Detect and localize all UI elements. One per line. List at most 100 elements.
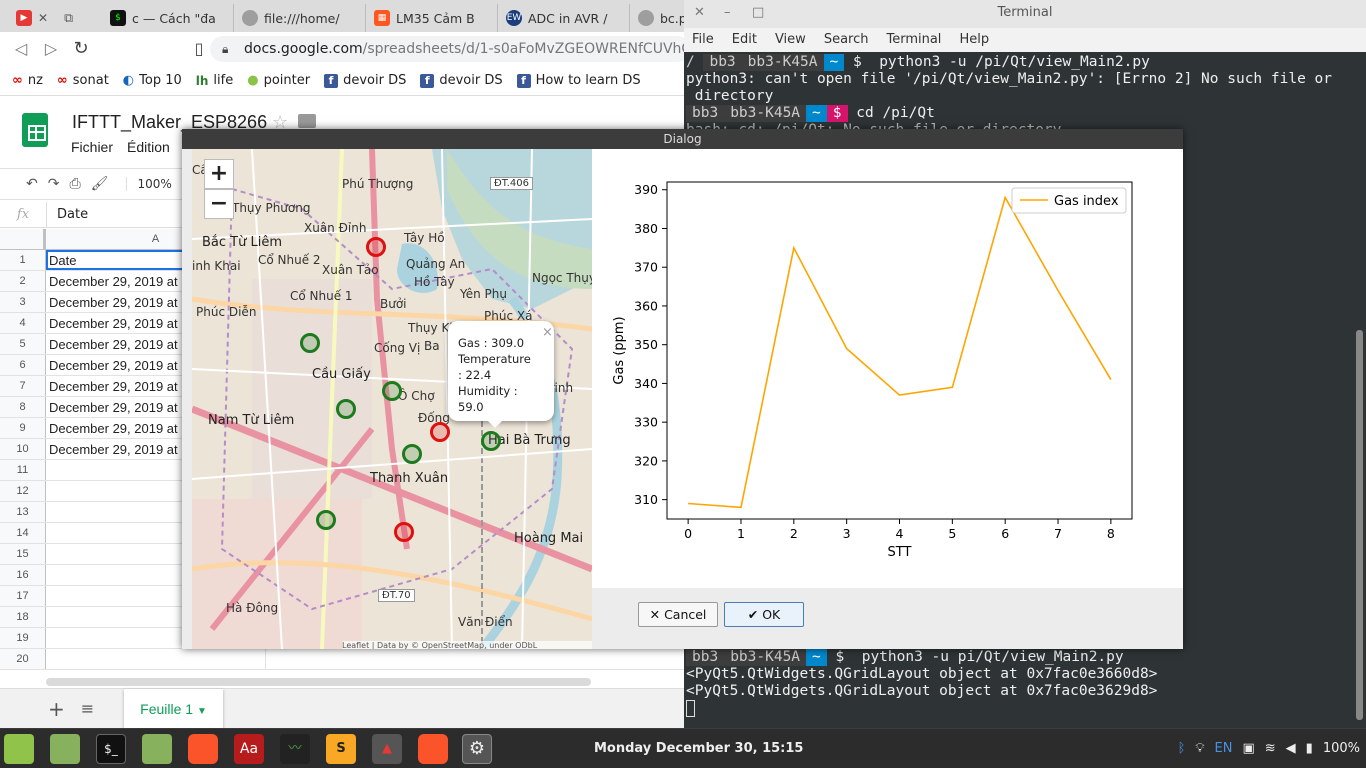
row-number[interactable]: 9 — [0, 418, 46, 438]
close-icon[interactable]: ✕ — [38, 11, 48, 25]
horizontal-scrollbar[interactable] — [46, 678, 591, 686]
sheets-logo-icon[interactable] — [22, 113, 48, 147]
redo-icon[interactable]: ↷ — [48, 176, 60, 192]
map-marker-red[interactable] — [366, 237, 386, 257]
rocket-icon[interactable]: ▲ — [372, 734, 402, 764]
row-number[interactable]: 3 — [0, 292, 46, 312]
wifi-icon[interactable]: ≋ — [1265, 729, 1276, 768]
row-number[interactable]: 7 — [0, 376, 46, 396]
row-number[interactable]: 6 — [0, 355, 46, 375]
map-marker-green[interactable] — [382, 381, 402, 401]
bookmark-pointer[interactable]: ● pointer — [247, 73, 310, 88]
ok-button[interactable]: ✔ OK — [724, 602, 804, 627]
row-number[interactable]: 5 — [0, 334, 46, 354]
row-number[interactable]: 13 — [0, 502, 46, 522]
sheet-tab-feuille1[interactable]: Feuille 1 ▼ — [124, 688, 223, 728]
bookmark-top10[interactable]: ◐ Top 10 — [123, 73, 182, 88]
terminal-menu-view[interactable]: View — [775, 28, 806, 52]
sublime-icon[interactable]: S — [326, 734, 356, 764]
minimize-window-icon[interactable]: – — [724, 0, 731, 26]
zoom-out-button[interactable]: − — [204, 189, 234, 219]
row-number[interactable]: 19 — [0, 628, 46, 648]
lastfm-icon: ∞ — [56, 73, 68, 88]
address-bar[interactable]: 🔒︎ docs.google.com/spreadsheets/d/1-s0aF… — [210, 36, 684, 62]
terminal-menu-search[interactable]: Search — [824, 28, 869, 52]
bookmark-devoir-1[interactable]: f devoir DS — [324, 73, 406, 88]
tab-2[interactable]: $ c — Cách "đa — [104, 4, 234, 32]
row-number[interactable]: 10 — [0, 439, 46, 459]
row-number[interactable]: 15 — [0, 544, 46, 564]
cell[interactable] — [46, 649, 266, 669]
back-icon[interactable]: ◁ — [6, 33, 36, 63]
keyboard-layout[interactable]: EN — [1215, 729, 1233, 768]
bookmark-sonat[interactable]: ∞ sonat — [57, 73, 109, 88]
paint-format-icon[interactable]: 🖌︎ — [91, 176, 109, 192]
zoom-in-button[interactable]: + — [204, 159, 234, 189]
row-number[interactable]: 16 — [0, 565, 46, 585]
map-marker-green[interactable] — [336, 399, 356, 419]
reload-icon[interactable]: ↻ — [66, 33, 96, 63]
bookmark-life[interactable]: lh life — [196, 73, 233, 88]
all-sheets-icon[interactable]: ≡ — [81, 699, 94, 718]
row-number[interactable]: 17 — [0, 586, 46, 606]
close-window-icon[interactable]: ✕ — [694, 0, 705, 26]
tab-6[interactable]: bc.p — [632, 4, 684, 32]
volume-icon[interactable]: ◀︎ — [1286, 729, 1296, 768]
bluetooth-icon[interactable]: ᛒ — [1178, 729, 1186, 768]
bookmark-devoir-2[interactable]: f devoir DS — [420, 73, 503, 88]
brave-icon[interactable] — [418, 734, 448, 764]
formula-input[interactable]: Date — [46, 202, 88, 227]
menu-icon[interactable] — [4, 734, 34, 764]
tab-4[interactable]: ▦ LM35 Cảm B — [368, 4, 498, 32]
menu-edition[interactable]: Édition — [127, 139, 170, 155]
map-marker-red[interactable] — [394, 522, 414, 542]
map-marker-green[interactable] — [402, 444, 422, 464]
popup-close-icon[interactable]: × — [542, 325, 553, 340]
system-monitor-icon[interactable]: 〰 — [280, 734, 310, 764]
row-number[interactable]: 18 — [0, 607, 46, 627]
select-all-corner[interactable] — [0, 229, 46, 249]
brave-icon[interactable] — [188, 734, 218, 764]
battery-icon[interactable]: ▮ — [1306, 729, 1313, 768]
clipboard-icon[interactable]: ▣ — [1242, 729, 1254, 768]
files-icon[interactable] — [50, 734, 80, 764]
row-number[interactable]: 2 — [0, 271, 46, 291]
tab-3[interactable]: file:///home/ — [236, 4, 366, 32]
row-number[interactable]: 14 — [0, 523, 46, 543]
add-sheet-icon[interactable]: + — [48, 697, 65, 721]
taskbar-clock[interactable]: Monday December 30, 15:15 — [594, 729, 803, 768]
terminal-menu-file[interactable]: File — [692, 28, 714, 52]
tab-1[interactable]: ▶ ✕ ⧉ — [10, 4, 100, 32]
row-number[interactable]: 20 — [0, 649, 46, 669]
map-marker-green[interactable] — [481, 431, 501, 451]
terminal-menu-terminal[interactable]: Terminal — [886, 28, 941, 52]
terminal-menu-edit[interactable]: Edit — [732, 28, 757, 52]
terminal-scrollbar[interactable] — [1356, 330, 1363, 720]
map-marker-green[interactable] — [300, 333, 320, 353]
terminal-menu-help[interactable]: Help — [959, 28, 989, 52]
print-icon[interactable]: ⎙ — [69, 176, 80, 192]
forward-icon[interactable]: ▷ — [36, 33, 66, 63]
folder-icon[interactable] — [298, 114, 316, 128]
zoom-select[interactable]: 100% — [126, 177, 172, 191]
map-marker-red[interactable] — [430, 422, 450, 442]
tab-5[interactable]: EW ADC in AVR / — [500, 4, 630, 32]
folder-icon[interactable] — [142, 734, 172, 764]
maximize-window-icon[interactable]: □ — [752, 0, 764, 26]
row-number[interactable]: 8 — [0, 397, 46, 417]
settings-gear-icon[interactable]: ⚙ — [462, 734, 492, 764]
row-number[interactable]: 12 — [0, 481, 46, 501]
map-view[interactable]: Phú Thượng ĐT.406 Thụy Phương Xuân Đỉnh Tây … — [192, 149, 592, 649]
row-number[interactable]: 4 — [0, 313, 46, 333]
terminal-icon[interactable]: $_ — [96, 734, 126, 764]
cancel-button[interactable]: ✕ Cancel — [638, 602, 718, 627]
notification-icon[interactable]: 💡︎ — [1195, 729, 1204, 768]
bookmark-nz[interactable]: ∞ nz — [12, 73, 43, 88]
row-number[interactable]: 11 — [0, 460, 46, 480]
bookmark-how-to-learn[interactable]: f How to learn DS — [516, 73, 641, 88]
map-marker-green[interactable] — [316, 510, 336, 530]
row-number[interactable]: 1 — [0, 250, 46, 270]
undo-icon[interactable]: ↶ — [26, 176, 38, 192]
dictionary-icon[interactable]: Aa — [234, 734, 264, 764]
menu-fichier[interactable]: Fichier — [71, 139, 113, 155]
